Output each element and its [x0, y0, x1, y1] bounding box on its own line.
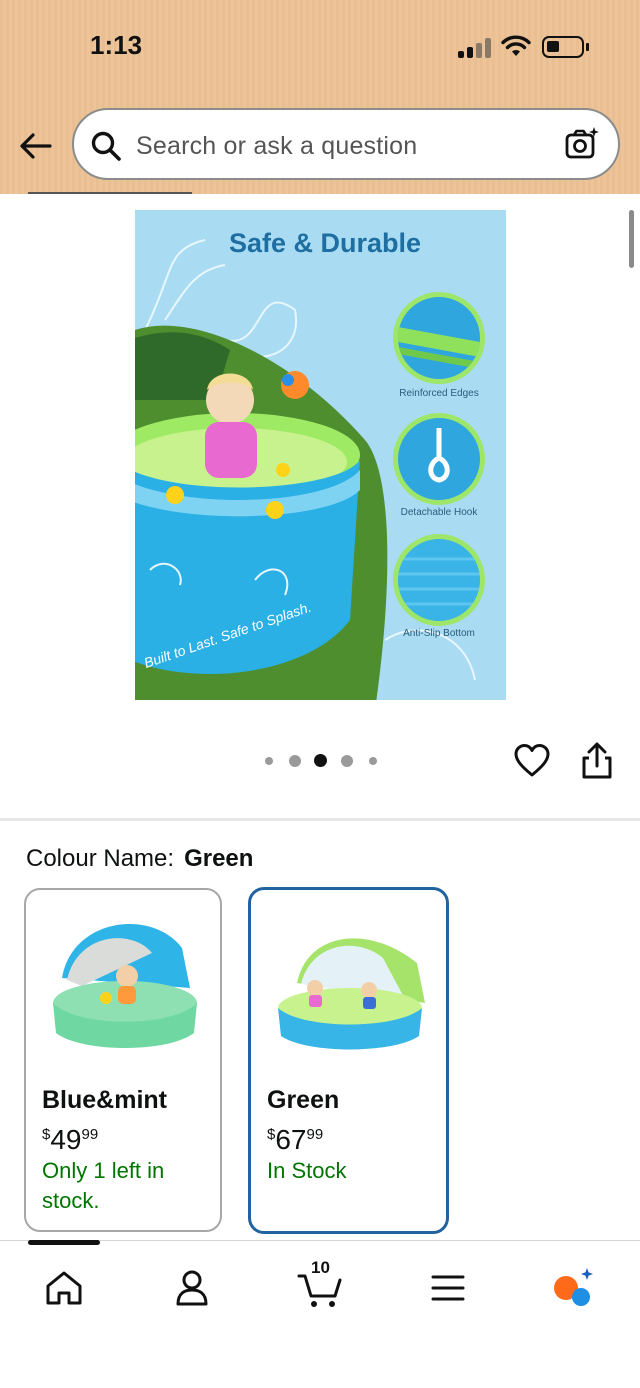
status-time: 1:13	[90, 30, 143, 60]
variant-price: $4999	[42, 1124, 99, 1155]
variant-image	[278, 938, 425, 1050]
feature-label-2: Detachable Hook	[400, 507, 478, 518]
colour-name-row: Colour Name: Green	[26, 845, 253, 873]
image-title: Safe & Durable	[228, 228, 422, 258]
share-icon[interactable]	[580, 742, 614, 780]
pager-dot[interactable]	[288, 754, 301, 767]
variant-stock-status: In Stock	[267, 1158, 347, 1183]
variant-image	[53, 924, 197, 1048]
feature-label-1: Reinforced Edges	[399, 388, 479, 399]
variant-price: $6799	[267, 1124, 324, 1155]
account-icon[interactable]	[170, 1266, 214, 1310]
image-pager[interactable]	[262, 754, 382, 768]
reinforced-edges-thumbnail	[393, 292, 485, 384]
colour-name-value: Green	[184, 845, 254, 872]
pager-dot[interactable]	[264, 756, 273, 765]
battery-icon	[542, 36, 589, 58]
gallery-tab-indicator	[28, 192, 192, 194]
camera-search-icon[interactable]	[564, 126, 600, 162]
header: 1:13 Search or ask a question	[0, 0, 640, 194]
detachable-hook-thumbnail	[393, 413, 485, 505]
variant-green[interactable]: Green $6799 In Stock	[248, 887, 449, 1234]
heart-icon[interactable]	[514, 743, 550, 779]
search-placeholder: Search or ask a question	[136, 132, 418, 160]
feature-label-3: Anti-Slip Bottom	[403, 628, 475, 639]
colour-name-label: Colour Name:	[26, 845, 175, 872]
menu-icon[interactable]	[426, 1266, 470, 1310]
section-divider	[0, 818, 640, 821]
anti-slip-bottom-thumbnail	[393, 534, 485, 626]
pager-dot[interactable]	[340, 754, 353, 767]
variant-blue-mint[interactable]: Blue&mint $4999 Only 1 left in stock.	[24, 888, 222, 1232]
home-icon[interactable]	[42, 1266, 86, 1310]
signal-icon	[458, 38, 492, 58]
product-image[interactable]: Safe & Durable Built to Last. Safe to Sp…	[135, 210, 506, 700]
back-arrow-icon[interactable]	[18, 128, 54, 164]
variant-name: Blue&mint	[42, 1086, 167, 1114]
nav-active-indicator	[28, 1240, 100, 1245]
assistant-icon[interactable]	[551, 1266, 595, 1310]
pool-scene	[135, 325, 388, 700]
pager-dot[interactable]	[314, 754, 327, 767]
pager-dot[interactable]	[368, 756, 377, 765]
scrollbar[interactable]	[629, 210, 634, 268]
variant-stock-status: Only 1 left in stock.	[42, 1158, 165, 1213]
cart-button[interactable]: 10	[297, 1258, 345, 1310]
variant-name: Green	[267, 1086, 340, 1114]
search-input[interactable]: Search or ask a question	[72, 108, 620, 180]
search-icon	[91, 131, 121, 161]
cart-count: 10	[311, 1258, 330, 1277]
wifi-icon	[501, 35, 531, 56]
